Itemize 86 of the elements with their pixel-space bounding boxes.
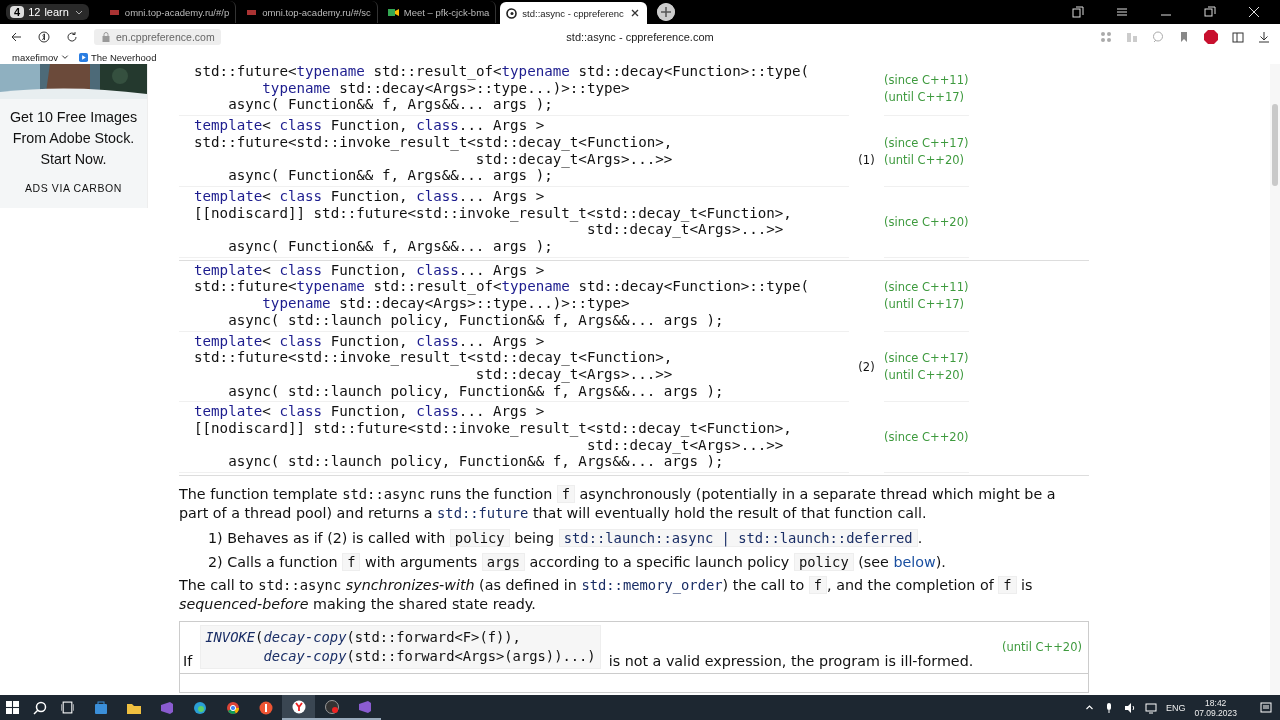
- version-note: (since C++20): [884, 214, 969, 229]
- code-line: std::future<std::invoke_result_t<std::decay_t<Function>,: [194, 133, 673, 151]
- site-icon: [506, 7, 518, 19]
- code-line: std::future<typename std::result_of<typename std::decay<Function>::type(: [194, 278, 810, 296]
- code-line: [[nodiscard]] std::future<std::invoke_result_t<std::decay_t<Function>,: [194, 204, 792, 222]
- list-item: 1) Behaves as if (2) is called with policy being std::launch::async | std::launch::deferred .: [208, 529, 924, 548]
- tab-group-label[interactable]: learn: [44, 6, 69, 18]
- browser-tab[interactable]: omni.top-academy.ru/#/sc: [240, 1, 378, 23]
- taskbar-app[interactable]: [282, 695, 315, 720]
- sidebar-icon[interactable]: [1232, 31, 1244, 43]
- link[interactable]: below: [893, 553, 936, 570]
- browser-tab[interactable]: std::async - cppreferenc: [500, 2, 647, 24]
- bookmark[interactable]: maxefimov: [12, 51, 58, 63]
- close-icon[interactable]: [1248, 6, 1260, 18]
- network-icon[interactable]: [1144, 701, 1157, 714]
- rule-lead: If: [183, 653, 193, 670]
- reload-icon[interactable]: [66, 31, 78, 43]
- search-icon[interactable]: [33, 700, 47, 715]
- version-note: (until C++20): [884, 367, 965, 382]
- list-item: 2) Calls a function f with arguments args according to a specific launch policy policy (see below).: [208, 552, 947, 572]
- code-line: async( Function&& f, Args&&... args );: [227, 96, 553, 114]
- copy-icon[interactable]: [1072, 6, 1084, 18]
- code-line: typename std::decay<Args>::type...)>::type>: [261, 295, 630, 312]
- code-line: async( Function&& f, Args&&... args );: [227, 167, 553, 184]
- code-line: std::decay_t<Args>...>>: [475, 150, 673, 168]
- overload-number: (1): [858, 152, 875, 167]
- address-field[interactable]: en.cppreference.com: [94, 29, 221, 45]
- version-note: (since C++11): [884, 280, 969, 295]
- video-camera-icon: [387, 6, 399, 18]
- clock[interactable]: 18:42 07.09.2023: [1194, 697, 1237, 718]
- ad-footer[interactable]: ADS VIA CARBON: [24, 182, 123, 194]
- ad-text[interactable]: Get 10 Free Images From Adobe Stock. Start Now.: [7, 107, 140, 170]
- browser-tab[interactable]: omni.top-academy.ru/#/p: [102, 1, 237, 23]
- code-line: std::decay_t<Args>...>>: [586, 221, 784, 239]
- restore-icon[interactable]: [1204, 6, 1216, 18]
- code-line: template< class Function, class... Args >: [194, 187, 545, 205]
- version-note: (until C++17): [884, 90, 965, 105]
- bookmark-icon[interactable]: [1178, 31, 1190, 43]
- code-line: template< class Function, class... Args >: [194, 117, 545, 134]
- version-note: (since C++17): [884, 350, 969, 365]
- chrome-icon: [224, 699, 241, 716]
- code-line: async( std::launch policy, Function&& f, Args&&... args );: [227, 311, 724, 329]
- bookmark[interactable]: The Neverhood: [90, 51, 157, 63]
- task-view-icon[interactable]: [61, 701, 74, 714]
- record-icon: [323, 698, 340, 715]
- paragraph: The function template std::async runs the function f asynchronously (potentially in a separate thread which might be a part of a thread pool) and returns a std::future that will eventually hold the result of that function call.: [179, 485, 1057, 523]
- code-line: std::decay_t<Args>...>>: [586, 436, 784, 454]
- code-line: std::future<typename std::result_of<typename std::decay<Function>::type(: [194, 64, 810, 80]
- code-line: [[nodiscard]] std::future<std::invoke_result_t<std::decay_t<Function>,: [194, 420, 792, 437]
- chevron-icon[interactable]: [1084, 703, 1094, 712]
- speaker-icon[interactable]: [1123, 701, 1136, 714]
- download-icon[interactable]: [1258, 31, 1270, 43]
- overload-number: (2): [858, 359, 875, 374]
- page-title: std::async - cppreference.com: [566, 31, 714, 43]
- code-line: template< class Function, class... Args >: [194, 332, 545, 350]
- back-icon[interactable]: [10, 31, 22, 43]
- code-block: INVOKE(decay-copy(std::forward<F>(f)), decay-copy(std::forward<Args>(args))...): [200, 625, 601, 670]
- play-icon: [78, 52, 88, 62]
- version-note: (since C++20): [884, 430, 969, 445]
- code-line: std::future<std::invoke_result_t<std::decay_t<Function>,: [194, 349, 673, 366]
- code-line: async( std::launch policy, Function&& f, Args&&... args );: [227, 453, 724, 471]
- paragraph: The call to std::async synchronizes-with (as defined in std::memory_order) the call to f , and the completion of f is sequenced-before making the shared state ready.: [179, 576, 1034, 614]
- scrollbar[interactable]: [1270, 64, 1280, 695]
- version-note: (until C++20): [884, 152, 965, 167]
- version-note: (until C++17): [884, 297, 965, 312]
- group-count[interactable]: 4: [10, 6, 25, 18]
- code-line: async( std::launch policy, Function&& f, Args&&... args );: [227, 382, 724, 400]
- rule-text: is not a valid expression, the program is ill-formed.: [608, 653, 974, 670]
- windows-icon[interactable]: [6, 701, 19, 714]
- code-line: std::decay_t<Args>...>>: [475, 365, 673, 383]
- version-note: (since C++17): [884, 135, 969, 150]
- ad-panel[interactable]: Get 10 Free Images From Adobe Stock. Start Now. ADS VIA CARBON: [0, 64, 148, 208]
- menu-icon[interactable]: [1116, 6, 1128, 18]
- browser-icon: [290, 698, 307, 715]
- version-note: (until C++20): [1001, 640, 1082, 655]
- store-icon: [92, 699, 109, 716]
- code-line: typename std::decay<Args>::type...)>::type>: [261, 79, 630, 97]
- tab-count: 12: [28, 6, 41, 18]
- version-note: (since C++11): [884, 73, 969, 88]
- code-line: async( Function&& f, Args&&... args );: [227, 238, 553, 255]
- browser-tab[interactable]: Meet – pfk-cjck-bma: [381, 1, 497, 23]
- notification-icon[interactable]: [1260, 701, 1272, 714]
- language-indicator[interactable]: ENG: [1165, 702, 1186, 713]
- code-line: template< class Function, class... Args >: [194, 261, 545, 279]
- plus-icon[interactable]: [656, 3, 675, 21]
- code-line: template< class Function, class... Args >: [194, 403, 545, 421]
